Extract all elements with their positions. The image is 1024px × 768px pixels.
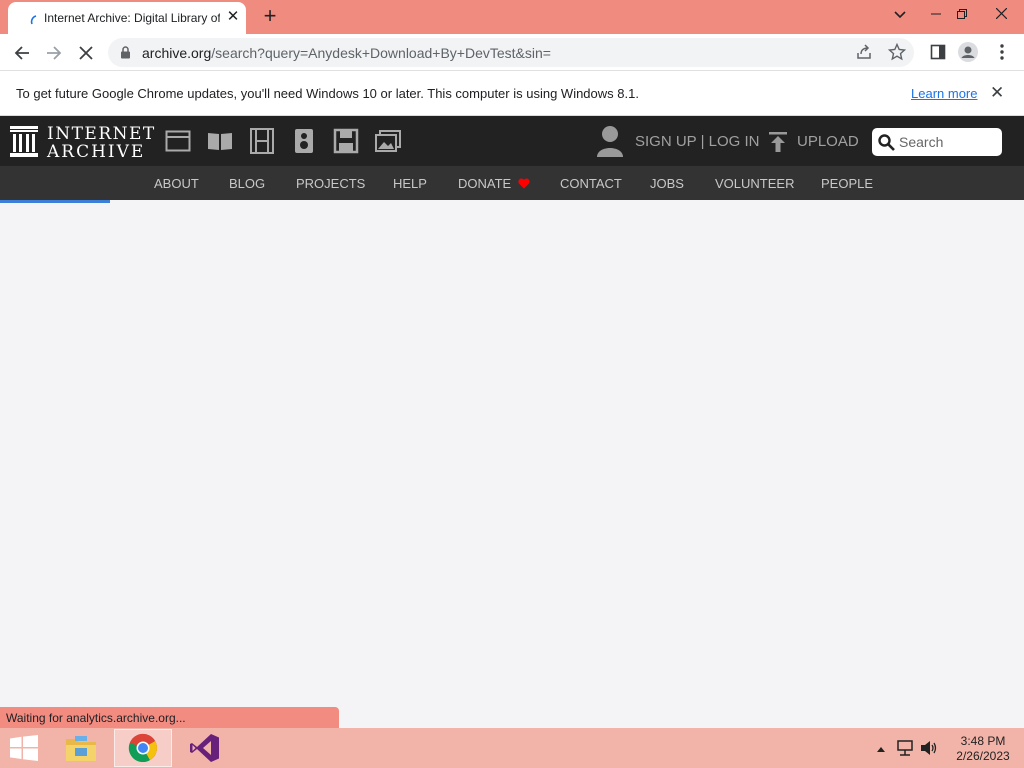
browser-tab[interactable]: Internet Archive: Digital Library of Fre… bbox=[8, 2, 246, 34]
ia-nav-bar: ABOUT BLOG PROJECTS HELP DONATE CONTACT … bbox=[0, 166, 1024, 200]
restore-window-button[interactable] bbox=[946, 0, 978, 30]
texts-icon[interactable] bbox=[207, 128, 233, 154]
nav-volunteer[interactable]: VOLUNTEER bbox=[715, 176, 794, 191]
stop-loading-icon[interactable] bbox=[72, 39, 100, 67]
start-button[interactable] bbox=[0, 729, 48, 767]
browser-tab-strip: Internet Archive: Digital Library of Fre… bbox=[0, 0, 1024, 34]
show-hidden-icons-icon[interactable] bbox=[876, 745, 886, 753]
upload-link[interactable]: UPLOAD bbox=[797, 133, 859, 150]
audio-icon[interactable] bbox=[291, 128, 317, 154]
infobar-message: To get future Google Chrome updates, you… bbox=[16, 86, 639, 101]
web-icon[interactable] bbox=[165, 128, 191, 154]
windows-taskbar: 3:48 PM 2/26/2023 bbox=[0, 728, 1024, 768]
url-path: /search?query=Anydesk+Download+By+DevTes… bbox=[211, 45, 551, 61]
heart-icon bbox=[518, 178, 530, 189]
volume-icon[interactable] bbox=[920, 740, 938, 756]
upload-icon[interactable] bbox=[768, 131, 788, 153]
network-icon[interactable] bbox=[896, 740, 914, 756]
update-infobar: To get future Google Chrome updates, you… bbox=[0, 71, 1024, 116]
images-icon[interactable] bbox=[375, 128, 401, 154]
logo-text-line2: ARCHIVE bbox=[47, 142, 146, 162]
browser-toolbar: archive.org/search?query=Anydesk+Downloa… bbox=[0, 34, 1024, 71]
close-window-button[interactable] bbox=[978, 0, 1024, 30]
side-panel-icon[interactable] bbox=[928, 42, 948, 62]
ia-search-box[interactable] bbox=[872, 128, 1002, 156]
infobar-close-icon[interactable]: ✕ bbox=[990, 83, 1004, 103]
url-text: archive.org/search?query=Anydesk+Downloa… bbox=[142, 45, 551, 61]
nav-donate[interactable]: DONATE bbox=[458, 176, 530, 191]
nav-contact[interactable]: CONTACT bbox=[560, 176, 622, 191]
video-icon[interactable] bbox=[249, 128, 275, 154]
learn-more-link[interactable]: Learn more bbox=[911, 86, 977, 101]
windows-logo-icon bbox=[10, 735, 38, 761]
ia-logo[interactable]: INTERNET ARCHIVE bbox=[10, 124, 154, 162]
kebab-menu-icon[interactable] bbox=[992, 42, 1012, 62]
tab-search-chevron-icon[interactable] bbox=[884, 0, 916, 30]
visual-studio-taskbar-icon[interactable] bbox=[176, 729, 234, 767]
nav-blog[interactable]: BLOG bbox=[229, 176, 265, 191]
url-host: archive.org bbox=[142, 45, 212, 61]
clock-date: 2/26/2023 bbox=[956, 749, 1010, 763]
archive-building-icon bbox=[10, 126, 38, 157]
search-input[interactable] bbox=[899, 132, 997, 152]
status-text: Waiting for analytics.archive.org... bbox=[6, 711, 186, 725]
nav-projects[interactable]: PROJECTS bbox=[296, 176, 365, 191]
nav-jobs[interactable]: JOBS bbox=[650, 176, 684, 191]
status-bubble: Waiting for analytics.archive.org... bbox=[0, 707, 339, 728]
logo-text-line1: INTERNET bbox=[47, 124, 156, 144]
taskbar-clock[interactable]: 3:48 PM 2/26/2023 bbox=[948, 734, 1018, 764]
address-bar[interactable]: archive.org/search?query=Anydesk+Downloa… bbox=[108, 38, 914, 67]
nav-help[interactable]: HELP bbox=[393, 176, 427, 191]
tab-close-icon[interactable]: ✕ bbox=[224, 8, 242, 26]
page-loading-progress-bar bbox=[0, 200, 110, 203]
tab-title: Internet Archive: Digital Library of Fre… bbox=[44, 11, 220, 25]
nav-people[interactable]: PEOPLE bbox=[821, 176, 873, 191]
search-icon bbox=[878, 134, 895, 151]
lock-icon bbox=[121, 46, 130, 59]
file-explorer-taskbar-icon[interactable] bbox=[52, 729, 110, 767]
user-icon[interactable] bbox=[596, 125, 624, 157]
signup-login-link[interactable]: SIGN UP | LOG IN bbox=[635, 133, 759, 150]
profile-avatar-icon[interactable] bbox=[958, 42, 978, 62]
forward-arrow-icon[interactable] bbox=[40, 39, 68, 67]
bookmark-star-icon[interactable] bbox=[888, 43, 906, 61]
loading-spinner-icon bbox=[30, 15, 37, 25]
new-tab-button[interactable]: + bbox=[258, 4, 282, 28]
nav-about[interactable]: ABOUT bbox=[154, 176, 199, 191]
share-icon[interactable] bbox=[856, 44, 872, 60]
back-arrow-icon[interactable] bbox=[8, 39, 36, 67]
clock-time: 3:48 PM bbox=[960, 734, 1006, 748]
nav-donate-label: DONATE bbox=[458, 176, 512, 191]
ia-top-bar: INTERNET ARCHIVE SIGN UP | LOG IN UPLOAD bbox=[0, 116, 1024, 166]
software-icon[interactable] bbox=[333, 128, 359, 154]
chrome-taskbar-icon[interactable] bbox=[114, 729, 172, 767]
